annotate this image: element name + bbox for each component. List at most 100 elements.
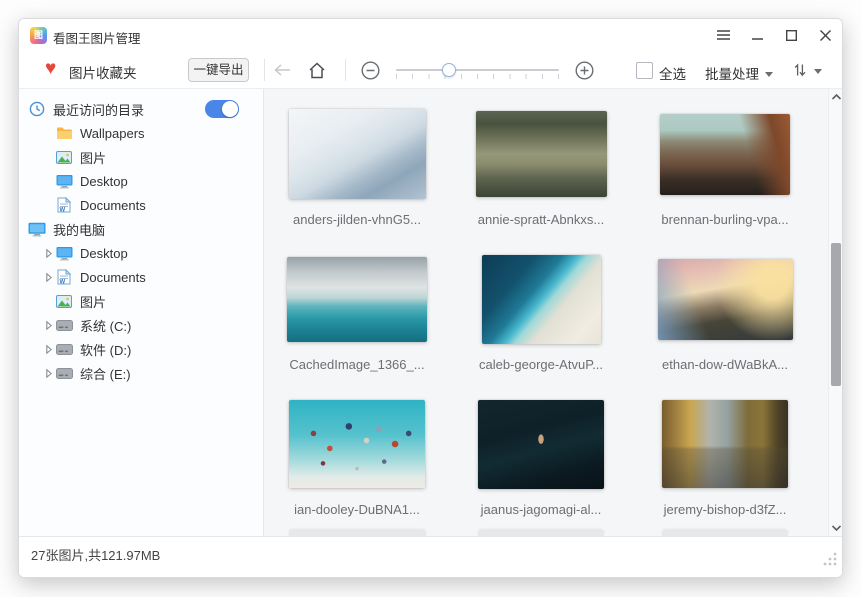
- image-cell[interactable]: jaanus-jagomagi-al...: [449, 386, 633, 531]
- chevron-down-icon: [814, 61, 822, 79]
- slider-ticks: [396, 74, 559, 79]
- toolbar: ♥ 图片收藏夹 一键导出 全选: [19, 51, 842, 89]
- resize-grip-icon[interactable]: [822, 551, 838, 572]
- home-icon[interactable]: [304, 51, 330, 89]
- folder-icon: [55, 125, 73, 141]
- tree-item-desktop[interactable]: Desktop: [19, 169, 263, 193]
- image-thumbnail[interactable]: [482, 255, 601, 344]
- tree-item-documents[interactable]: W Documents: [19, 193, 263, 217]
- sort-dropdown[interactable]: [787, 51, 827, 89]
- image-cell[interactable]: ethan-dow-dWaBkA...: [633, 241, 817, 386]
- main-area: 最近访问的目录Wallpapers图片DesktopWDocuments我的电脑…: [19, 89, 842, 536]
- status-text: 27张图片,共121.97MB: [31, 545, 160, 564]
- image-cell[interactable]: anders-jilden-vhnG5...: [265, 96, 449, 241]
- close-button[interactable]: [808, 19, 842, 51]
- svg-text:W: W: [60, 208, 66, 214]
- tree-item-label: Documents: [80, 270, 146, 285]
- thumbnail-wrap: [265, 96, 449, 212]
- minimize-button[interactable]: [740, 19, 774, 51]
- image-cell[interactable]: jeremy-bishop-d3fZ...: [633, 386, 817, 531]
- image-thumbnail[interactable]: [662, 400, 788, 488]
- image-thumbnail[interactable]: [287, 257, 427, 342]
- clock-icon: [28, 101, 46, 117]
- document-icon: W: [55, 269, 73, 285]
- scroll-down-icon[interactable]: [829, 520, 843, 536]
- desktop-icon: [55, 245, 73, 261]
- image-thumbnail[interactable]: [289, 109, 426, 199]
- image-cell[interactable]: ian-dooley-DuBNA1...: [265, 386, 449, 531]
- image-thumbnail[interactable]: [289, 400, 425, 488]
- statusbar: 27张图片,共121.97MB: [19, 536, 842, 577]
- toolbar-separator: [264, 59, 265, 81]
- zoom-slider[interactable]: [396, 51, 559, 89]
- scrollbar-thumb[interactable]: [831, 243, 841, 387]
- expand-arrow-icon[interactable]: [42, 321, 55, 330]
- expand-arrow-icon[interactable]: [42, 273, 55, 282]
- export-button[interactable]: 一键导出: [188, 58, 249, 82]
- tree-item--(c:)[interactable]: 系统 (C:): [19, 313, 263, 337]
- tree-item--[interactable]: 图片: [19, 289, 263, 313]
- computer-icon: [28, 221, 46, 237]
- slider-thumb[interactable]: [442, 63, 456, 77]
- select-all-checkbox[interactable]: [636, 62, 653, 79]
- thumbnail-wrap: [265, 241, 449, 357]
- folder-tree: 最近访问的目录Wallpapers图片DesktopWDocuments我的电脑…: [19, 89, 263, 385]
- expand-arrow-icon[interactable]: [42, 369, 55, 378]
- zoom-in-icon[interactable]: [571, 51, 597, 89]
- thumbnail-wrap: [449, 96, 633, 212]
- scroll-up-icon[interactable]: [829, 89, 843, 105]
- back-icon[interactable]: [269, 51, 295, 89]
- tree-item-label: Documents: [80, 198, 146, 213]
- app-icon: 图: [30, 27, 47, 44]
- tree-item--(d:)[interactable]: 软件 (D:): [19, 337, 263, 361]
- tree-item-label: 系统 (C:): [80, 316, 131, 335]
- tree-item-desktop[interactable]: Desktop: [19, 241, 263, 265]
- thumbnail-wrap: [449, 386, 633, 502]
- image-filename: brennan-burling-vpa...: [633, 212, 817, 232]
- screen: 图 看图王图片管理 ♥ 图片收藏夹 一键导出: [0, 0, 861, 597]
- image-cell[interactable]: caleb-george-AtvuP...: [449, 241, 633, 386]
- expand-arrow-icon[interactable]: [42, 345, 55, 354]
- image-cell[interactable]: brennan-burling-vpa...: [633, 96, 817, 241]
- tree-item-label: 最近访问的目录: [53, 100, 144, 119]
- image-thumbnail[interactable]: [658, 259, 793, 340]
- titlebar: 图 看图王图片管理: [19, 19, 842, 51]
- drive-icon: [55, 365, 73, 381]
- chevron-down-icon: [765, 65, 773, 80]
- heart-icon: ♥: [45, 58, 56, 80]
- batch-process-dropdown[interactable]: 批量处理: [705, 63, 773, 83]
- zoom-out-icon[interactable]: [357, 51, 383, 89]
- thumbnail-area: anders-jilden-vhnG5...annie-spratt-Abnkx…: [265, 89, 828, 536]
- tree-item-wallpapers[interactable]: Wallpapers: [19, 121, 263, 145]
- select-all-label[interactable]: 全选: [659, 63, 686, 83]
- thumbnail-wrap: [449, 241, 633, 357]
- image-thumbnail[interactable]: [478, 400, 604, 489]
- tree-item-label: Desktop: [80, 174, 128, 189]
- tree-item-documents[interactable]: W Documents: [19, 265, 263, 289]
- image-filename: jaanus-jagomagi-al...: [449, 502, 633, 522]
- slider-track[interactable]: [396, 69, 559, 71]
- maximize-button[interactable]: [774, 19, 808, 51]
- vertical-scrollbar[interactable]: [828, 89, 842, 536]
- drive-icon: [55, 317, 73, 333]
- image-filename: ian-dooley-DuBNA1...: [265, 502, 449, 522]
- pictures-icon: [55, 149, 73, 165]
- thumbnail-wrap: [633, 386, 817, 502]
- sort-icon: [792, 62, 808, 78]
- tree-item-recent-folders[interactable]: 最近访问的目录: [19, 97, 263, 121]
- menu-icon[interactable]: [706, 19, 740, 51]
- image-thumbnail[interactable]: [660, 114, 790, 195]
- image-cell[interactable]: annie-spratt-Abnkxs...: [449, 96, 633, 241]
- favorites-label[interactable]: 图片收藏夹: [69, 62, 137, 82]
- desktop-icon: [55, 173, 73, 189]
- image-cell[interactable]: CachedImage_1366_...: [265, 241, 449, 386]
- expand-arrow-icon[interactable]: [42, 249, 55, 258]
- image-filename: jeremy-bishop-d3fZ...: [633, 502, 817, 522]
- app-title: 看图王图片管理: [53, 28, 141, 47]
- image-thumbnail[interactable]: [476, 111, 607, 197]
- tree-item--(e:)[interactable]: 综合 (E:): [19, 361, 263, 385]
- tree-item-label: 我的电脑: [53, 220, 105, 239]
- recent-folders-toggle[interactable]: [205, 100, 239, 118]
- tree-item-my-computer[interactable]: 我的电脑: [19, 217, 263, 241]
- tree-item--[interactable]: 图片: [19, 145, 263, 169]
